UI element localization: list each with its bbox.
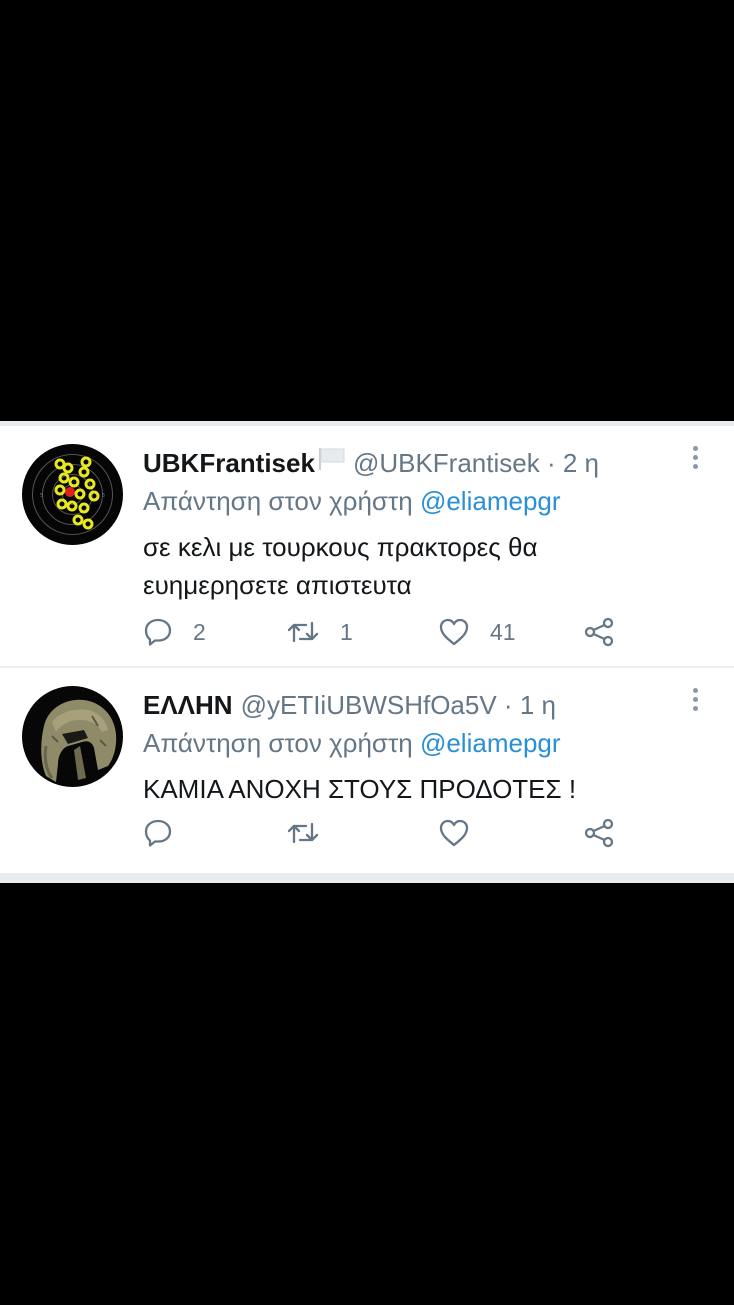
shooting-target-avatar: 5 5 [22,444,123,545]
separator-dot: · [503,690,513,720]
bottom-divider [0,873,734,883]
reply-icon [143,818,173,848]
heart-icon [438,818,470,848]
spartan-helmet-avatar [22,686,123,787]
display-name[interactable]: ΕΛΛΗΝ [143,690,233,720]
separator-dot: · [546,448,556,478]
reply-context: Απάντηση στον χρήστη @eliamepgr [143,484,561,518]
tweet-header: ΕΛΛΗΝ @yETIiUBWSHfOa5V · 1 η [143,688,556,722]
more-options-icon[interactable] [685,446,705,476]
tweet-list: 5 5 UBKFrantisek @UBKFrantisek · 2 η Απάν… [0,421,734,883]
tweet-age[interactable]: 1 η [520,690,556,720]
tweet-actions [143,816,633,850]
user-handle[interactable]: @yETIiUBWSHfOa5V [241,690,497,720]
reply-prefix: Απάντηση στον χρήστη [143,728,413,758]
tweet-text: σε κελι με τουρκους πρακτορες θα ευημερη… [143,528,703,604]
svg-text:5: 5 [102,493,105,499]
tweet-age[interactable]: 2 η [563,448,599,478]
share-button[interactable] [583,615,615,649]
share-icon [583,818,615,848]
reply-mention-link[interactable]: @eliamepgr [420,728,561,758]
tweet-actions: 2 1 41 [143,615,633,649]
user-handle[interactable]: @UBKFrantisek [353,448,540,478]
reply-icon [143,617,173,647]
display-name[interactable]: UBKFrantisek [143,448,315,478]
heart-icon [438,617,470,647]
share-icon [583,617,615,647]
tweet-card[interactable]: 5 5 UBKFrantisek @UBKFrantisek · 2 η Απάν… [0,426,734,666]
svg-text:5: 5 [40,493,43,499]
share-button[interactable] [583,816,615,850]
retweet-icon [286,617,320,647]
tweet-text-line: σε κελι με τουρκους πρακτορες θα [143,532,538,562]
like-count: 41 [490,618,516,645]
retweet-icon [286,818,320,848]
like-button[interactable] [438,816,490,850]
tweet-header: UBKFrantisek @UBKFrantisek · 2 η [143,446,599,480]
retweet-button[interactable]: 1 [286,615,353,649]
tweet-text-line: ευημερησετε απιστευτα [143,570,412,600]
tweet-text: ΚΑΜΙΑ ΑΝΟΧΗ ΣΤΟΥΣ ΠΡΟΔΟΤΕΣ ! [143,770,703,808]
reply-button[interactable] [143,816,193,850]
avatar[interactable]: 5 5 [22,444,123,545]
reply-prefix: Απάντηση στον χρήστη [143,486,413,516]
avatar[interactable] [22,686,123,787]
tweet-text-line: ΚΑΜΙΑ ΑΝΟΧΗ ΣΤΟΥΣ ΠΡΟΔΟΤΕΣ ! [143,774,577,804]
reply-count: 2 [193,618,206,645]
reply-mention-link[interactable]: @eliamepgr [420,486,561,516]
tweet-card[interactable]: ΕΛΛΗΝ @yETIiUBWSHfOa5V · 1 η Απάντηση στο… [0,668,734,873]
like-button[interactable]: 41 [438,615,516,649]
retweet-button[interactable] [286,816,340,850]
reply-context: Απάντηση στον χρήστη @eliamepgr [143,726,561,760]
retweet-count: 1 [340,618,353,645]
white-flag-icon [317,446,347,480]
reply-button[interactable]: 2 [143,615,206,649]
more-options-icon[interactable] [685,688,705,718]
